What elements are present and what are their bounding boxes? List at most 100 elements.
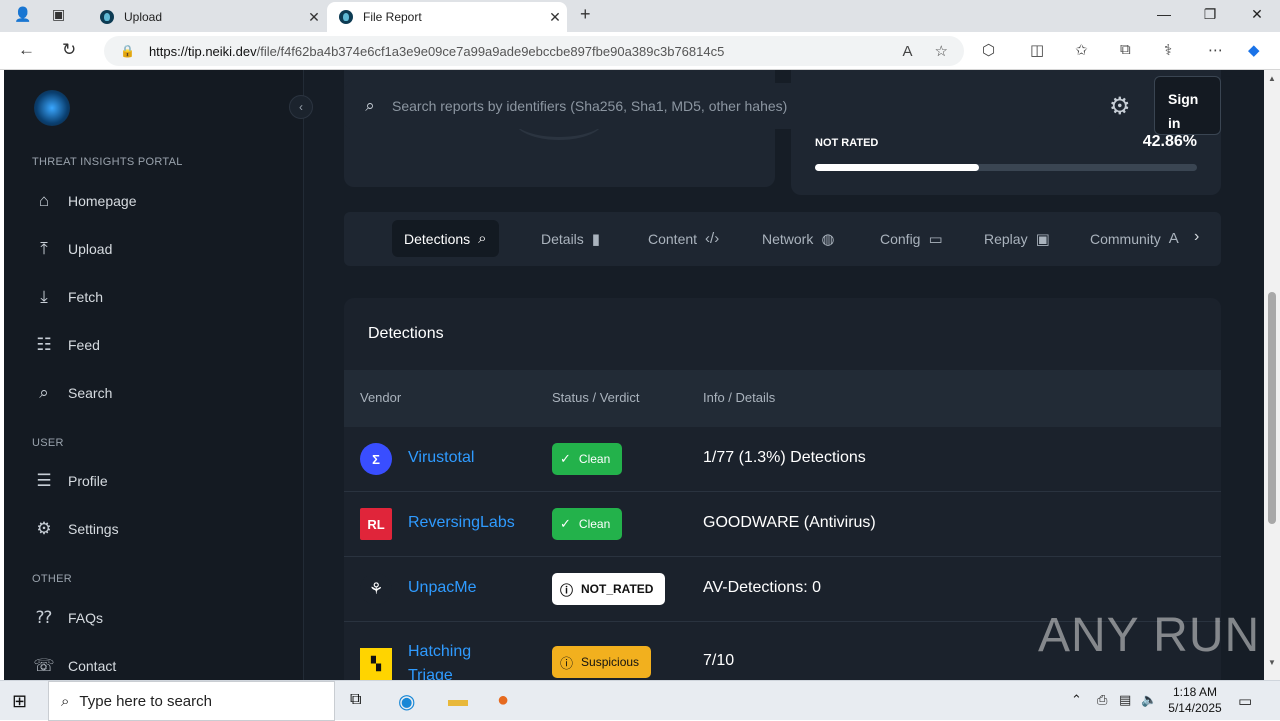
detection-info: GOODWARE (Antivirus) <box>703 514 876 531</box>
tab-network[interactable]: Network ◍ <box>750 220 846 257</box>
feed-icon: ☷ <box>36 335 52 354</box>
tab-config[interactable]: Config ▭ <box>868 220 955 257</box>
portal-logo[interactable] <box>34 90 70 126</box>
table-row: RL ReversingLabs ✓ Clean GOODWARE (Antivi… <box>344 492 1221 557</box>
reversinglabs-logo-icon: RL <box>360 508 392 540</box>
sidebar-item-homepage[interactable]: ⌂ Homepage <box>32 189 137 213</box>
read-aloud-icon[interactable]: A <box>903 43 913 60</box>
sidebar-item-search[interactable]: ⌕ Search <box>32 381 112 405</box>
windows-start-icon[interactable]: ⊞ <box>12 691 27 712</box>
tab-label: Replay <box>984 230 1028 247</box>
favorite-star-icon[interactable]: ☆ <box>935 42 948 60</box>
collapse-sidebar-button[interactable]: ‹ <box>289 95 313 119</box>
tab-community[interactable]: Community A <box>1078 220 1194 257</box>
tray-device-icon[interactable]: ⎙ <box>1097 692 1107 708</box>
tab-replay[interactable]: Replay ▣ <box>972 220 1062 257</box>
sidebar-item-label: Search <box>68 385 113 401</box>
tray-chevron-icon[interactable]: ⌃ <box>1071 692 1082 708</box>
vendor-link[interactable]: Hatching Triage <box>408 640 471 680</box>
performance-icon[interactable]: ⚕ <box>1164 41 1172 59</box>
faq-icon: ⁇ <box>36 608 52 627</box>
address-bar-row: ← ↻ 🔒 https://tip.neiki.dev/file/f4f62ba… <box>0 32 1280 70</box>
tab-title: Upload <box>124 10 163 24</box>
sidebar-item-label: FAQs <box>68 610 104 626</box>
tab-detections[interactable]: Detections ⌕ <box>392 220 499 257</box>
status-text: Clean <box>578 517 611 531</box>
settings-gear-icon[interactable]: ⚙ <box>1109 92 1131 121</box>
report-search-input[interactable] <box>390 98 1102 114</box>
download-icon: ⤓ <box>40 287 48 306</box>
url-host: https://tip.neiki.dev <box>148 43 257 59</box>
code-icon: ‹/› <box>705 230 720 247</box>
tab-label: Details <box>541 230 584 247</box>
notifications-icon[interactable]: ▭ <box>1238 692 1252 710</box>
vendor-link[interactable]: ReversingLabs <box>408 514 515 532</box>
rating-percent: 42.86% <box>1142 133 1197 150</box>
refresh-icon[interactable]: ↻ <box>62 40 76 60</box>
tab-content[interactable]: Content ‹/› <box>636 220 731 257</box>
taskbar-clock[interactable]: 1:18 AM 5/14/2025 <box>1160 684 1230 716</box>
tab-label: Detections <box>404 230 471 247</box>
sign-in-button[interactable]: Sign in <box>1154 76 1221 135</box>
task-view-icon[interactable]: ⧉ <box>350 691 361 709</box>
hatching-triage-logo-icon: ▚ <box>360 648 392 680</box>
sidebar-item-contact[interactable]: ☏ Contact <box>32 654 116 678</box>
new-tab-icon[interactable]: + <box>580 4 591 25</box>
profile-avatar-icon[interactable]: 👤 <box>14 6 31 23</box>
taskbar-search[interactable]: ⌕ Type here to search <box>48 681 335 721</box>
minimize-icon[interactable]: — <box>1141 6 1187 22</box>
sidebar-item-faqs[interactable]: ⁇ FAQs <box>32 606 103 630</box>
close-window-icon[interactable]: ✕ <box>1234 6 1280 23</box>
sidebar-item-feed[interactable]: ☷ Feed <box>32 333 100 357</box>
sidebar-item-fetch[interactable]: ⤓ Fetch <box>32 285 103 309</box>
check-icon: ✓ <box>560 451 571 466</box>
column-header-status: Status / Verdict <box>552 390 640 405</box>
column-header-vendor: Vendor <box>360 390 402 405</box>
browser-tab-upload[interactable]: Upload ✕ <box>88 2 326 32</box>
windows-taskbar: ⊞ ⌕ Type here to search ⧉ ◉ ▬ ● ⌃ ⎙ ▤ 🔈 … <box>0 680 1280 721</box>
extensions-icon[interactable]: ⬡ <box>982 41 995 59</box>
tab-actions-icon[interactable]: ▣ <box>52 6 65 23</box>
back-icon[interactable]: ← <box>18 40 35 60</box>
favorites-icon[interactable]: ✩ <box>1075 41 1088 59</box>
community-icon: A <box>1168 230 1179 247</box>
main-content: NOT RATED 42.86% ⌕ ⚙ Sign in Detections ⌕… <box>305 70 1264 680</box>
sidebar-item-profile[interactable]: ☰ Profile <box>32 469 107 493</box>
report-tabs: Detections ⌕ Details ▮ Content ‹/› Network ◍… <box>344 212 1221 266</box>
taskbar-search-placeholder: Type here to search <box>79 692 212 710</box>
sidebar-item-settings[interactable]: ⚙ Settings <box>32 517 118 541</box>
sidebar-item-upload[interactable]: ⤒ Upload <box>32 237 112 261</box>
scroll-down-icon[interactable]: ▼ <box>1264 658 1280 667</box>
close-tab-icon[interactable]: ✕ <box>302 9 326 26</box>
sidebar: THREAT INSIGHTS PORTAL ⌂ Homepage ⤒ Uplo… <box>4 70 304 680</box>
site-favicon-icon <box>100 10 114 24</box>
scrollbar-thumb[interactable] <box>1268 292 1276 524</box>
more-menu-icon[interactable]: ⋯ <box>1208 41 1223 59</box>
rating-label: NOT RATED <box>815 137 879 149</box>
tab-details[interactable]: Details ▮ <box>529 220 612 257</box>
home-icon: ⌂ <box>38 191 50 210</box>
volume-icon[interactable]: 🔈 <box>1141 692 1157 708</box>
tabs-next-chevron-icon[interactable]: › <box>1194 228 1199 246</box>
network-icon[interactable]: ▤ <box>1119 692 1131 708</box>
file-explorer-icon[interactable]: ▬ <box>448 689 468 712</box>
sign-in-label-line2: in <box>1168 115 1181 131</box>
page-scrollbar[interactable]: ▲ ▼ <box>1264 70 1280 680</box>
rating-progress-fill <box>815 164 979 171</box>
restore-icon[interactable]: ❐ <box>1187 6 1233 23</box>
status-text: Suspicious <box>581 655 640 669</box>
close-tab-icon[interactable]: ✕ <box>543 9 567 26</box>
collections-icon[interactable]: ⧉ <box>1120 41 1131 58</box>
vendor-link[interactable]: UnpacMe <box>408 579 476 597</box>
split-screen-icon[interactable]: ◫ <box>1030 41 1044 59</box>
sidebar-item-label: Feed <box>68 337 100 353</box>
url-field[interactable]: 🔒 https://tip.neiki.dev/file/f4f62ba4b37… <box>104 36 964 66</box>
browser-tab-file-report[interactable]: File Report ✕ <box>327 2 567 32</box>
edge-browser-icon[interactable]: ◉ <box>398 689 415 714</box>
info-circle-icon: ⓘ <box>560 582 574 598</box>
vendor-link[interactable]: Virustotal <box>408 449 474 467</box>
copilot-icon[interactable]: ◆ <box>1248 41 1260 59</box>
scroll-up-icon[interactable]: ▲ <box>1264 74 1280 83</box>
detection-info: 1/77 (1.3%) Detections <box>703 449 866 466</box>
firefox-icon[interactable]: ● <box>497 689 509 712</box>
